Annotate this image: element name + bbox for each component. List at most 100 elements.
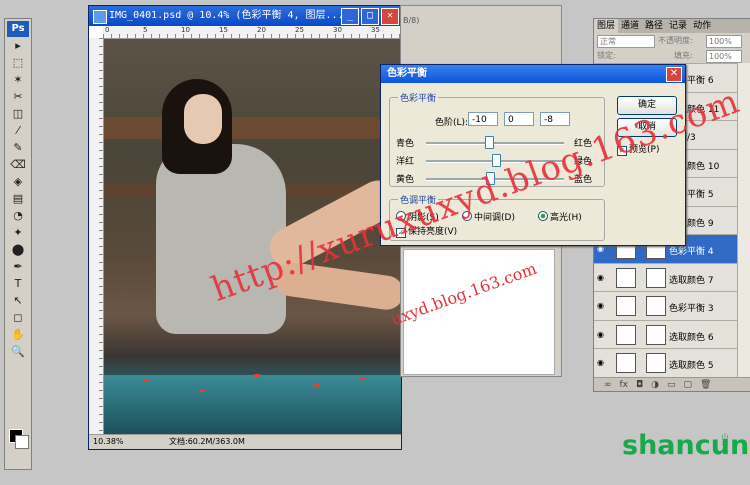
slider-left-label: 洋红 [396, 157, 415, 167]
ruler-number: 25 [295, 26, 304, 34]
slider-left-label: 黄色 [396, 175, 415, 185]
tool-icon[interactable]: ◈ [9, 175, 27, 189]
layer-name: 选取颜色 6 [669, 332, 714, 343]
opacity-label: 不透明度: [658, 36, 693, 45]
layer-mask [646, 267, 666, 288]
layers-footer-icon[interactable]: ◑ [651, 378, 659, 391]
layer-thumbnail [616, 296, 636, 316]
slider-track[interactable] [426, 142, 564, 145]
photoshop-logo: Ps [7, 21, 29, 37]
ruler-number: 10 [181, 26, 190, 34]
tool-icon[interactable]: ⬤ [9, 243, 27, 257]
rose-petal [144, 379, 150, 382]
level-input-yellow-blue[interactable]: -8 [540, 112, 570, 126]
tool-list: ▸ ⬚ ✶ ✂ ◫ ⁄ ✎ ⌫ ◈ ▤ ◔ ✦ ⬤ ✒ T ↖ ◻ ✋ 🔍 [5, 39, 31, 359]
levels-label: 色阶(L): [435, 118, 469, 128]
eye-icon[interactable]: ◉ [597, 273, 607, 282]
level-input-magenta-green[interactable]: 0 [504, 112, 534, 126]
radio-dot [538, 211, 548, 221]
tool-icon[interactable]: ↖ [9, 294, 27, 308]
horizontal-ruler: 0 5 10 15 20 25 30 35 [103, 26, 401, 39]
minimize-button[interactable]: _ [341, 8, 359, 25]
tool-icon[interactable]: ▸ [9, 39, 27, 53]
tool-icon[interactable]: ⁄ [9, 124, 27, 138]
layer-row[interactable]: ◉ 选取颜色 5 [594, 348, 750, 377]
panel-tabs: 图层 通道 路径 记录 动作 [594, 19, 750, 33]
tool-icon[interactable]: ✒ [9, 260, 27, 274]
layer-name: 选取颜色 7 [669, 275, 714, 286]
maximize-button[interactable]: □ [361, 8, 379, 25]
ruler-number: 20 [257, 26, 266, 34]
ruler-number: 0 [105, 26, 110, 34]
tool-icon[interactable]: ◻ [9, 311, 27, 325]
level-input-cyan-red[interactable]: -10 [468, 112, 498, 126]
dialog-title: 色彩平衡 [387, 68, 427, 79]
layer-row[interactable]: ◉ 选取颜色 7 [594, 262, 750, 292]
ruler-number: 35 [371, 26, 380, 34]
panel-tab[interactable]: 记录 [666, 19, 690, 33]
dialog-close-button[interactable]: ✕ [666, 67, 682, 82]
tool-icon[interactable]: ✂ [9, 90, 27, 104]
ruler-number: 5 [143, 26, 148, 34]
wooden-rail [104, 117, 401, 139]
tool-icon[interactable]: ▤ [9, 192, 27, 206]
layer-thumbnail [616, 324, 636, 345]
panel-tab[interactable]: 动作 [690, 19, 714, 33]
layer-row[interactable]: ◉ 色彩平衡 3 [594, 291, 750, 320]
rose-petal [199, 389, 205, 392]
dialog-titlebar[interactable]: 色彩平衡 ✕ [381, 65, 685, 83]
opacity-input[interactable]: 100% [706, 35, 742, 48]
eye-icon[interactable]: ◉ [597, 330, 607, 339]
document-titlebar[interactable]: IMG_0401.psd @ 10.4% (色彩平衡 4, 图层... _ □ … [89, 6, 401, 26]
layer-mask [646, 296, 666, 316]
layers-footer: ∞ fx ◘ ◑ ▭ ▢ 🗑 [594, 377, 750, 391]
vertical-ruler [89, 38, 104, 435]
document-icon [93, 10, 107, 24]
layers-footer-icon[interactable]: fx [620, 378, 629, 391]
background-color-swatch[interactable] [15, 435, 29, 449]
tone-radio-label: 高光(H) [550, 213, 582, 223]
layers-footer-icon[interactable]: ∞ [604, 378, 612, 391]
panel-tab[interactable]: 通道 [618, 19, 642, 33]
tool-icon[interactable]: ✦ [9, 226, 27, 240]
panel-tab[interactable]: 路径 [642, 19, 666, 33]
layer-options: 正常 不透明度: 100% [594, 33, 750, 49]
tool-icon[interactable]: T [9, 277, 27, 291]
face [184, 94, 222, 144]
site-logo: shancun [622, 430, 750, 461]
panel-tab[interactable]: 图层 [594, 19, 619, 33]
slider-left-label: 青色 [396, 139, 415, 149]
tool-icon[interactable]: ◫ [9, 107, 27, 121]
tool-icon[interactable]: ✋ [9, 328, 27, 342]
layer-thumbnail [616, 267, 636, 288]
layer-name: 选取颜色 5 [669, 361, 714, 371]
tool-icon[interactable]: ⌫ [9, 158, 27, 172]
lock-label: 锁定: [597, 51, 616, 60]
layers-footer-icon[interactable]: ▢ [684, 378, 693, 391]
fill-input[interactable]: 100% [706, 50, 742, 63]
document-title: IMG_0401.psd @ 10.4% (色彩平衡 4, 图层... [109, 10, 344, 21]
layers-footer-icon[interactable]: ▭ [667, 378, 676, 391]
tone-radio[interactable]: 高光(H) [538, 210, 582, 223]
tool-icon[interactable]: ✶ [9, 73, 27, 87]
layers-footer-icon[interactable]: ◘ [636, 378, 643, 391]
tool-icon[interactable]: ⬚ [9, 56, 27, 70]
layer-row[interactable]: ◉ 选取颜色 6 [594, 319, 750, 349]
status-bar: 10.38% 文档:60.2M/363.0M [89, 434, 401, 449]
tool-icon[interactable]: 🔍 [9, 345, 27, 359]
zoom-level[interactable]: 10.38% [93, 435, 124, 449]
eye-icon[interactable]: ◉ [597, 358, 607, 367]
tools-panel: Ps ▸ ⬚ ✶ ✂ ◫ ⁄ ✎ ⌫ ◈ ▤ ◔ ✦ ⬤ ✒ T ↖ ◻ ✋ 🔍 [4, 18, 32, 470]
rose-petal [314, 384, 320, 387]
layer-mask [646, 324, 666, 345]
tool-icon[interactable]: ✎ [9, 141, 27, 155]
eye-icon[interactable]: ◉ [597, 301, 607, 310]
blend-mode-select[interactable]: 正常 [597, 35, 655, 48]
document-size[interactable]: 文档:60.2M/363.0M [169, 435, 245, 449]
layer-mask [646, 353, 666, 373]
close-button[interactable]: ✕ [381, 8, 399, 25]
slider-thumb[interactable] [485, 136, 495, 149]
lock-row: 锁定: 填充: 100% [594, 49, 750, 63]
layers-footer-icon[interactable]: 🗑 [700, 378, 711, 391]
tool-icon[interactable]: ◔ [9, 209, 27, 223]
